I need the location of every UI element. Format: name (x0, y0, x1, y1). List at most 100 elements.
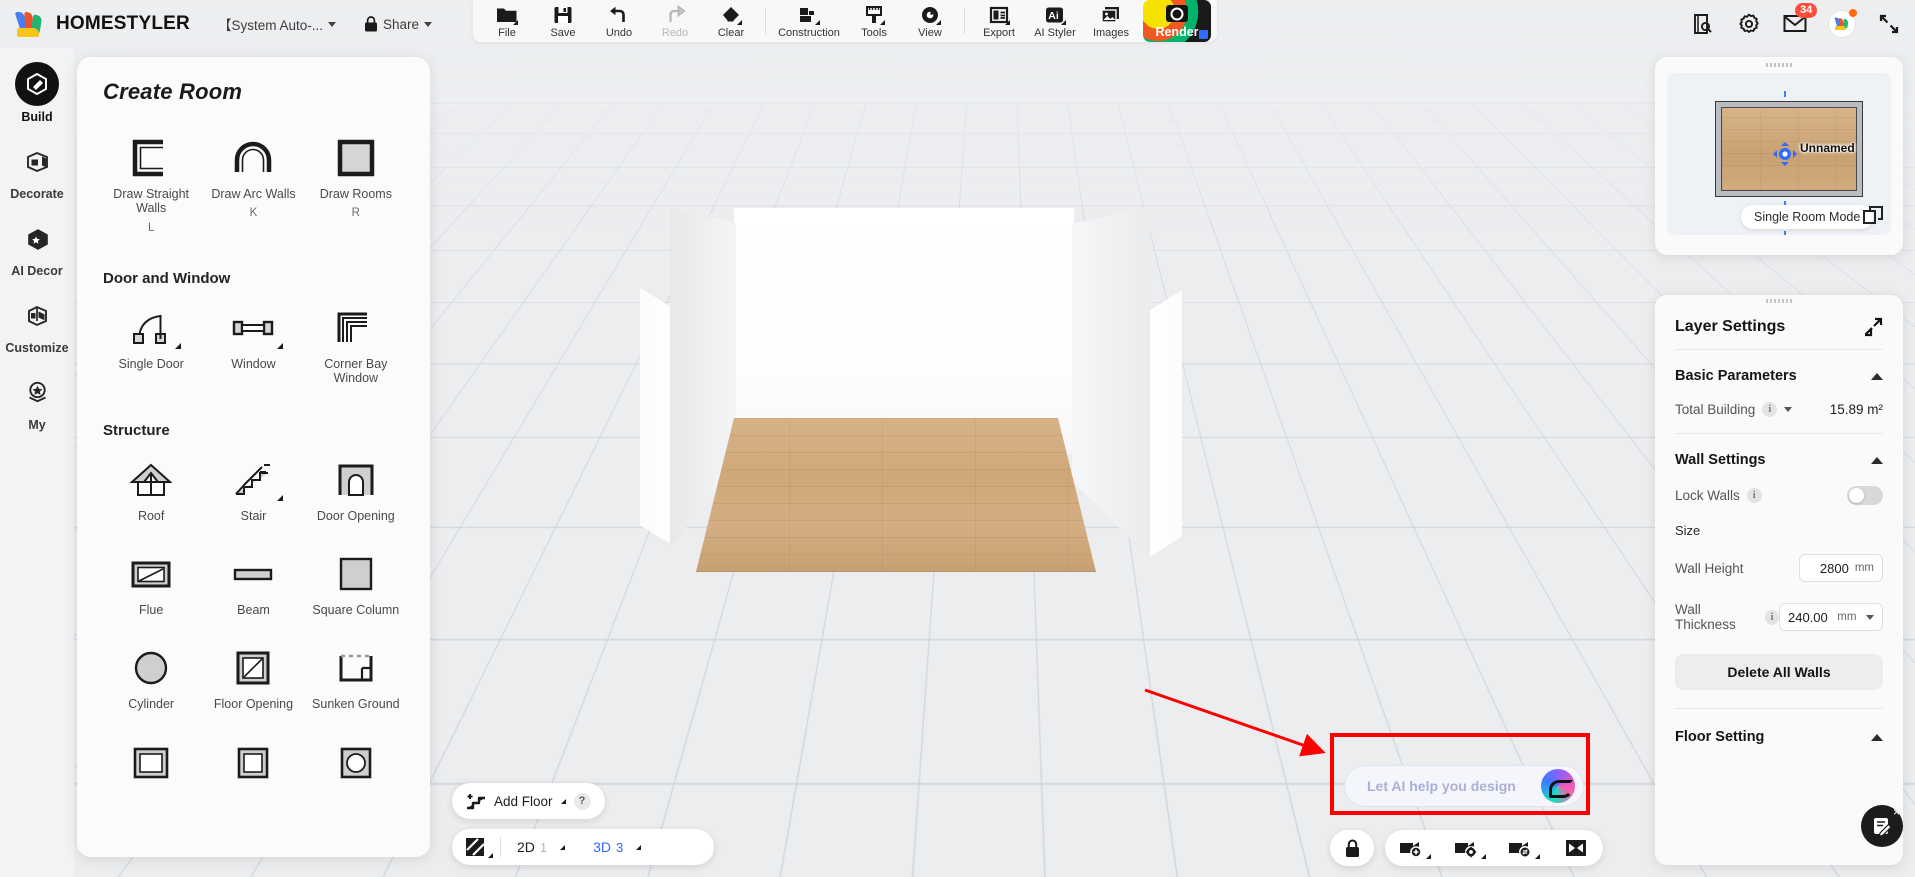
toolbar-file[interactable]: File (479, 1, 535, 42)
sidebar-item-customize[interactable]: Customize (0, 293, 74, 355)
info-icon[interactable]: i (1762, 402, 1777, 417)
swap-camera-icon[interactable] (1504, 835, 1538, 861)
fullscreen-icon[interactable] (1877, 12, 1901, 36)
single-room-mode-badge[interactable]: Single Room Mode (1741, 205, 1873, 229)
tool-floor-opening[interactable]: Floor Opening (205, 631, 301, 721)
wall-settings-header[interactable]: Wall Settings (1675, 434, 1883, 482)
toolbar-clear-label: Clear (718, 27, 744, 39)
toolbar-clear[interactable]: Clear (703, 1, 759, 42)
create-room-panel: Create Room Draw Straight Walls L Draw A… (77, 57, 430, 857)
tool-stair[interactable]: Stair (205, 443, 301, 533)
ai-orb-icon[interactable] (1541, 769, 1575, 803)
sidebar-item-ai-decor[interactable]: AI Decor (0, 216, 74, 278)
collapse-panel-icon[interactable] (1559, 835, 1593, 861)
toolbar-undo[interactable]: Undo (591, 1, 647, 42)
tool-cylinder[interactable]: Cylinder (103, 631, 199, 721)
images-icon (1099, 4, 1123, 26)
expand-diagonal-icon[interactable] (1863, 317, 1883, 337)
doc-search-icon[interactable] (1691, 12, 1715, 36)
camera-settings-icon[interactable] (1450, 835, 1484, 861)
toolbar-export-label: Export (983, 27, 1015, 39)
add-floor-button[interactable]: Add Floor ? (452, 783, 605, 819)
room-3d-model[interactable] (640, 190, 1280, 610)
wall-back[interactable] (734, 208, 1074, 454)
toolbar-view[interactable]: View (902, 1, 958, 42)
basic-parameters-header[interactable]: Basic Parameters (1675, 350, 1883, 398)
delete-all-walls-button[interactable]: Delete All Walls (1675, 654, 1883, 690)
chevron-up-icon[interactable] (1871, 457, 1883, 464)
sunken-ground-icon (332, 645, 380, 691)
layers-hatch-icon[interactable] (464, 836, 488, 858)
user-avatar-icon[interactable] (1829, 11, 1855, 37)
layer-panel-drag-handle[interactable] (1766, 299, 1792, 303)
toolbar-ai-styler[interactable]: Ai AI Styler (1027, 1, 1083, 42)
ai-design-input[interactable]: Let AI help you design (1344, 765, 1584, 807)
tool-flue[interactable]: Flue (103, 537, 199, 627)
tool-single-door[interactable]: Single Door (103, 291, 199, 396)
chevron-down-icon (424, 22, 432, 27)
minimap-canvas[interactable]: Unnamed Single Room Mode (1667, 73, 1891, 235)
toolbar-export[interactable]: Export (971, 1, 1027, 42)
render-button[interactable]: Render (1143, 0, 1211, 42)
dropdown-triangle-icon[interactable] (561, 799, 566, 804)
info-icon[interactable]: i (1747, 488, 1762, 503)
floor-setting-header[interactable]: Floor Setting (1655, 709, 1903, 745)
share-label: Share (383, 17, 419, 32)
chevron-down-icon[interactable] (1866, 615, 1874, 620)
wall-thickness-input[interactable]: 240.00 mm (1779, 603, 1883, 631)
view-3d-button[interactable]: 3D 3 (593, 839, 641, 855)
close-icon[interactable]: × (1893, 806, 1900, 818)
toolbar-tools[interactable]: Tools (846, 1, 902, 42)
tool-extra-2[interactable] (205, 726, 301, 796)
layer-settings-panel: Layer Settings Basic Parameters Total Bu… (1655, 295, 1903, 865)
tool-label: Single Door (119, 357, 184, 371)
chevron-up-icon[interactable] (1871, 734, 1883, 741)
tool-draw-rooms[interactable]: Draw Rooms R (308, 121, 404, 244)
add-camera-icon[interactable] (1395, 835, 1429, 861)
tool-extra-1[interactable] (103, 726, 199, 796)
info-icon[interactable]: i (1765, 610, 1779, 625)
chevron-down-icon[interactable] (1784, 407, 1792, 412)
lock-walls-toggle[interactable] (1847, 486, 1883, 505)
toolbar-construction[interactable]: Construction (772, 1, 846, 42)
sidebar-item-decorate[interactable]: Decorate (0, 139, 74, 201)
toolbar-save[interactable]: Save (535, 1, 591, 42)
room-floor[interactable] (696, 418, 1096, 572)
tool-sunken-ground[interactable]: Sunken Ground (308, 631, 404, 721)
project-name-label: 【System Auto-... (218, 14, 323, 34)
wall-thickness-row: Wall Thickness i 240.00 mm (1675, 598, 1883, 648)
tool-corner-bay-window[interactable]: Corner Bay Window (308, 291, 404, 396)
wall-right[interactable] (1072, 208, 1150, 558)
lock-view-button[interactable] (1330, 830, 1374, 866)
chevron-up-icon[interactable] (1871, 373, 1883, 380)
panel-drag-handle[interactable] (1766, 63, 1792, 67)
tool-door-opening[interactable]: Door Opening (308, 443, 404, 533)
toolbar-images[interactable]: Images (1083, 1, 1139, 42)
tool-draw-straight-walls[interactable]: Draw Straight Walls L (103, 121, 199, 244)
sidebar-item-my[interactable]: My (0, 370, 74, 432)
move-handle-icon[interactable] (1772, 141, 1798, 167)
tool-window[interactable]: Window (205, 291, 301, 396)
toolbar-redo[interactable]: Redo (647, 1, 703, 42)
circle-in-square-icon (332, 740, 380, 786)
help-icon[interactable]: ? (574, 793, 591, 810)
tool-extra-3[interactable] (308, 726, 404, 796)
view-2d-button[interactable]: 2D 1 (517, 839, 565, 855)
feedback-button[interactable]: × (1861, 805, 1903, 847)
wall-height-input[interactable]: 2800 mm (1799, 554, 1883, 582)
create-room-grid: Draw Straight Walls L Draw Arc Walls K D… (103, 121, 404, 244)
cylinder-icon (127, 645, 175, 691)
tool-beam[interactable]: Beam (205, 537, 301, 627)
tool-draw-arc-walls[interactable]: Draw Arc Walls K (205, 121, 301, 244)
door-window-grid: Single Door Window Corner Bay Window (103, 291, 404, 396)
tool-square-column[interactable]: Square Column (308, 537, 404, 627)
share-dropdown[interactable]: Share (364, 16, 432, 32)
sidebar-item-build[interactable]: Build (0, 62, 74, 124)
expand-window-icon[interactable] (1862, 205, 1884, 227)
toolbar-file-label: File (498, 27, 516, 39)
project-name-dropdown[interactable]: 【System Auto-... (218, 14, 336, 34)
mail-icon[interactable]: 34 (1783, 12, 1807, 36)
gear-icon[interactable] (1737, 12, 1761, 36)
tool-roof[interactable]: Roof (103, 443, 199, 533)
straight-walls-icon (127, 135, 175, 181)
